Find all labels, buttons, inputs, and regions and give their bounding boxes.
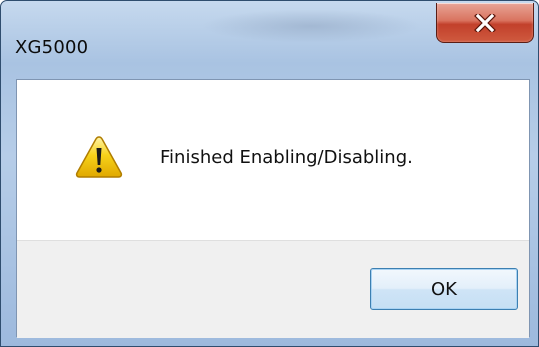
close-button[interactable] [436,3,534,43]
button-area: OK [17,240,529,338]
dialog-client-area: Finished Enabling/Disabling. OK [16,79,530,338]
title-bar[interactable]: XG5000 [1,1,538,79]
warning-icon [75,135,123,179]
message-area: Finished Enabling/Disabling. [17,80,529,240]
ok-button[interactable]: OK [370,268,518,310]
message-dialog-window: XG5000 Finished Enabling/Disabling. OK [0,0,539,347]
window-title: XG5000 [15,37,89,58]
dialog-message: Finished Enabling/Disabling. [160,147,413,168]
close-icon [474,13,496,32]
